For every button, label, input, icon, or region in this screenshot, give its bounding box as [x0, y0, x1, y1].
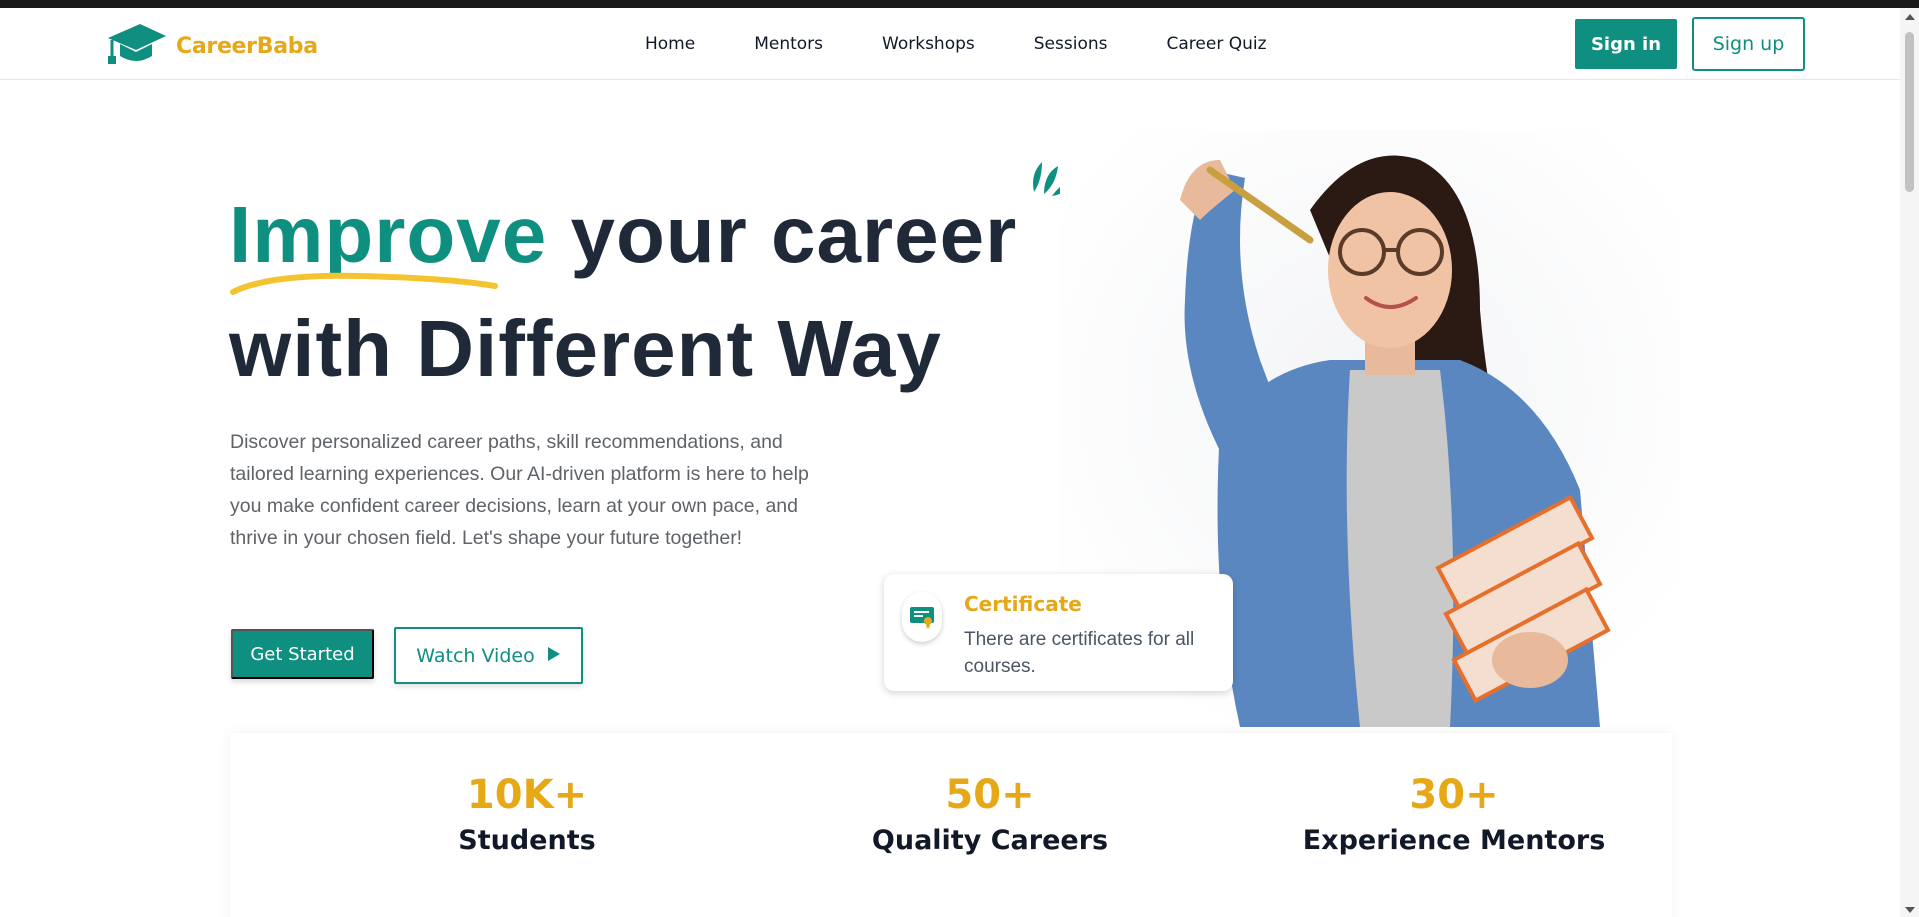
- play-icon: [547, 645, 561, 667]
- scroll-down-arrow-icon[interactable]: [1905, 907, 1915, 913]
- sign-up-button[interactable]: Sign up: [1692, 17, 1805, 71]
- sign-in-button[interactable]: Sign in: [1575, 19, 1677, 69]
- hero-title-line2: with Different Way: [229, 304, 942, 393]
- title-underline-swoosh: [230, 272, 498, 295]
- stat-number: 10K+: [466, 772, 588, 818]
- stat-number: 50+: [945, 772, 1035, 818]
- stat-label: Students: [458, 825, 596, 856]
- stat-students: 10K+ Students: [337, 771, 717, 856]
- nav-link-sessions[interactable]: Sessions: [1034, 34, 1108, 54]
- scrollbar-thumb[interactable]: [1905, 32, 1914, 192]
- graduation-cap-icon: [106, 22, 166, 71]
- navbar: CareerBaba Home Mentors Workshops Sessio…: [0, 8, 1900, 80]
- browser-top-strip: [0, 0, 1919, 8]
- nav-link-career-quiz[interactable]: Career Quiz: [1167, 34, 1267, 54]
- stat-experience-mentors: 30+ Experience Mentors: [1264, 771, 1644, 856]
- page-scrollbar[interactable]: [1900, 8, 1919, 917]
- watch-video-button[interactable]: Watch Video: [394, 627, 583, 684]
- stats-panel: 10K+ Students 50+ Quality Careers 30+ Ex…: [230, 733, 1672, 917]
- get-started-button[interactable]: Get Started: [231, 629, 374, 679]
- stat-label: Experience Mentors: [1302, 825, 1606, 856]
- nav-link-mentors[interactable]: Mentors: [754, 34, 823, 54]
- certificate-title: Certificate: [964, 592, 1082, 616]
- hero-title-line1-rest: your career: [547, 190, 1018, 279]
- watch-video-label: Watch Video: [416, 644, 535, 667]
- stat-quality-careers: 50+ Quality Careers: [800, 771, 1180, 856]
- certificate-icon: [902, 592, 942, 642]
- stat-number: 30+: [1409, 772, 1499, 818]
- nav-link-home[interactable]: Home: [645, 34, 695, 54]
- hero-description: Discover personalized career paths, skil…: [230, 431, 809, 549]
- brand-name: CareerBaba: [176, 34, 318, 59]
- nav-link-workshops[interactable]: Workshops: [882, 34, 975, 54]
- stat-label: Quality Careers: [871, 825, 1109, 856]
- main-nav: Home Mentors Workshops Sessions Career Q…: [645, 8, 1326, 80]
- certificate-text: There are certificates for all courses.: [964, 629, 1195, 677]
- brand-logo[interactable]: CareerBaba: [106, 22, 318, 71]
- scroll-up-arrow-icon[interactable]: [1905, 14, 1915, 20]
- certificate-card: Certificate There are certificates for a…: [884, 574, 1233, 691]
